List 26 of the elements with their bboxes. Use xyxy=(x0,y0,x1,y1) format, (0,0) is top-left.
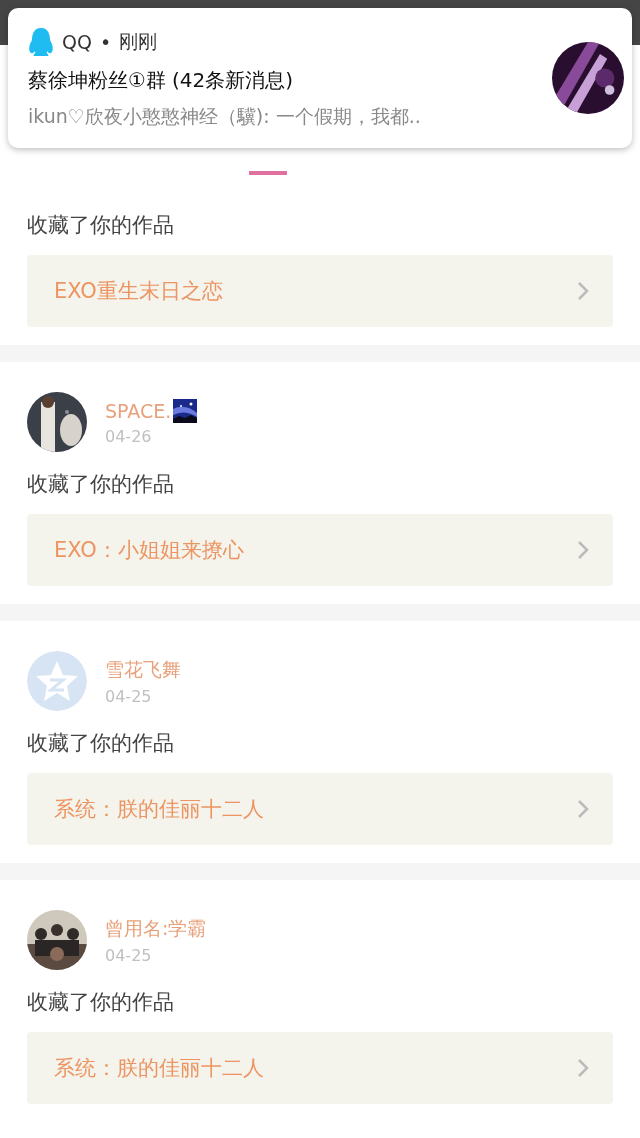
chevron-icon xyxy=(577,799,589,819)
chevron-icon xyxy=(577,1058,589,1078)
penguin-icon xyxy=(28,26,54,57)
activity-text: 收藏了你的作品 xyxy=(27,471,175,498)
user-name[interactable]: 曾用名:学霸 xyxy=(105,915,207,942)
separator-dot: • xyxy=(99,30,112,53)
user-name[interactable]: 雪花飞舞 xyxy=(105,656,181,683)
notification-title: 蔡徐坤粉丝①群 xyxy=(28,66,166,94)
date: 04-25 xyxy=(105,945,153,965)
work-link[interactable]: 系统：朕的佳丽十二人 xyxy=(27,1032,613,1104)
chevron-icon xyxy=(577,281,589,301)
activity-text: 收藏了你的作品 xyxy=(27,730,175,757)
notification-time: 刚刚 xyxy=(119,28,158,54)
message-count: (42条新消息) xyxy=(171,66,293,94)
app-name: QQ xyxy=(62,30,92,53)
activity-text: 收藏了你的作品 xyxy=(27,212,175,239)
work-link[interactable]: EXO重生末日之恋 xyxy=(27,255,613,327)
work-link[interactable]: 系统：朕的佳丽十二人 xyxy=(27,773,613,845)
user-name[interactable]: SPACE. xyxy=(105,399,172,422)
date: 04-26 xyxy=(105,426,153,446)
activity-text: 收藏了你的作品 xyxy=(27,989,175,1016)
chevron-icon xyxy=(577,540,589,560)
notification-message: ikun♡欣夜小憨憨神经（驥): 一个假期，我都.. xyxy=(28,103,422,129)
date: 04-25 xyxy=(105,686,153,706)
work-link[interactable]: EXO：小姐姐来撩心 xyxy=(27,514,613,586)
notification-card[interactable]: QQ • 刚刚 蔡徐坤粉丝①群 (42条新消息) ikun♡欣夜小憨憨神经（驥): 一个假期，我都.. xyxy=(8,8,632,148)
